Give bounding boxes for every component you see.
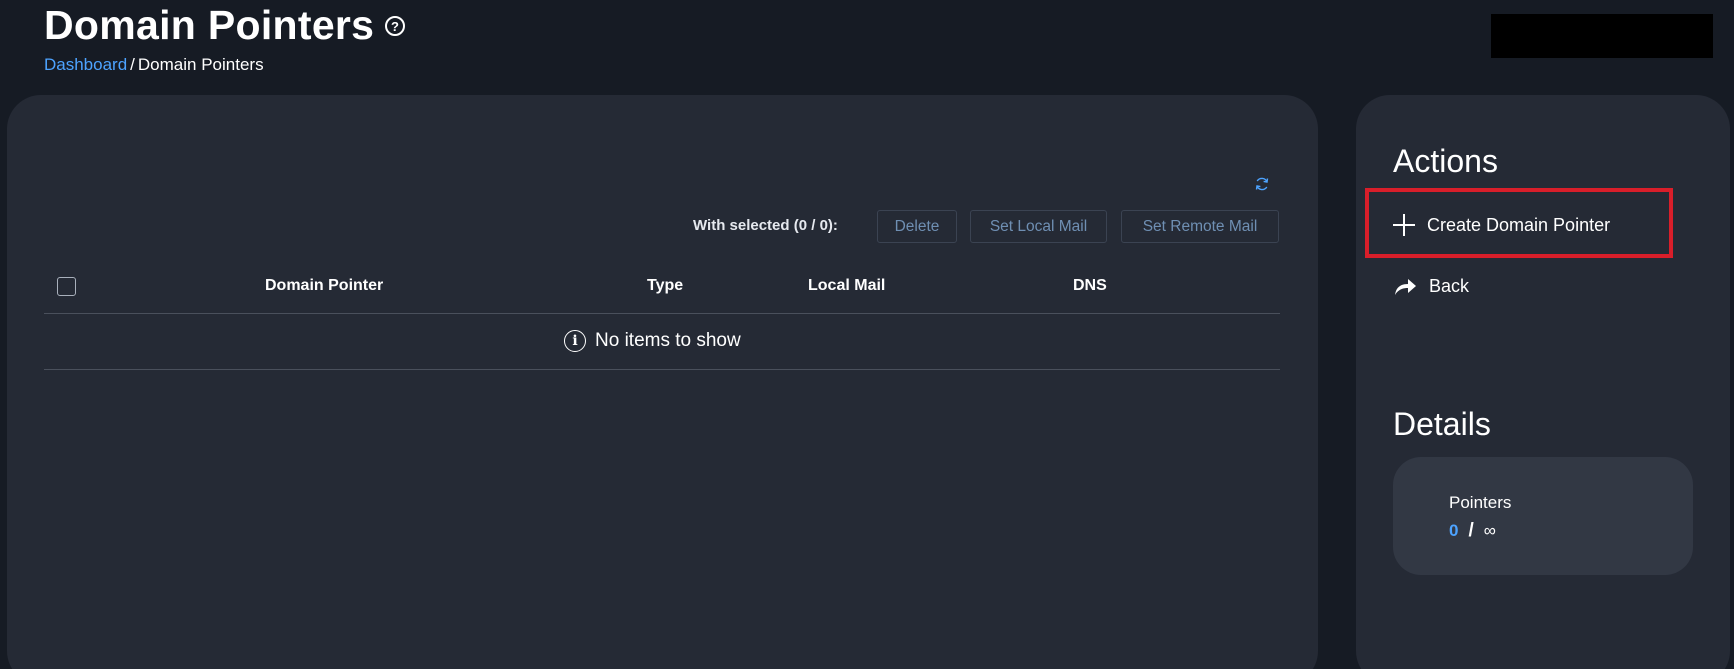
info-icon: i: [564, 330, 586, 352]
details-heading: Details: [1393, 406, 1491, 442]
pointers-limit: ∞: [1483, 521, 1496, 540]
set-remote-mail-button[interactable]: Set Remote Mail: [1121, 210, 1279, 243]
share-arrow-icon: [1395, 278, 1416, 295]
breadcrumb-separator: /: [130, 55, 135, 74]
column-header-domain-pointer[interactable]: Domain Pointer: [265, 277, 383, 295]
column-header-dns[interactable]: DNS: [1073, 277, 1107, 295]
select-all-checkbox[interactable]: [57, 277, 76, 296]
with-selected-label: With selected (0 / 0):: [693, 217, 838, 234]
breadcrumb: Dashboard / Domain Pointers: [44, 55, 264, 75]
table-empty-row: i No items to show: [44, 315, 1280, 370]
pointers-label: Pointers: [1449, 493, 1512, 512]
plus-icon: [1393, 214, 1415, 236]
column-header-local-mail[interactable]: Local Mail: [808, 277, 885, 295]
create-domain-pointer-label: Create Domain Pointer: [1427, 214, 1611, 235]
page-title: Domain Pointers: [44, 2, 375, 48]
empty-message: No items to show: [595, 330, 741, 351]
back-label: Back: [1429, 276, 1470, 296]
column-header-type[interactable]: Type: [647, 277, 683, 295]
actions-heading: Actions: [1393, 143, 1498, 179]
main-panel: [7, 95, 1318, 669]
refresh-icon[interactable]: [1254, 176, 1270, 192]
pointers-used-count: 0: [1449, 521, 1459, 540]
pointers-usage: 0 / ∞: [1449, 520, 1496, 542]
usage-separator: /: [1468, 520, 1474, 541]
create-domain-pointer-button[interactable]: Create Domain Pointer: [1393, 214, 1610, 236]
back-button[interactable]: Back: [1393, 276, 1469, 297]
breadcrumb-dashboard-link[interactable]: Dashboard: [44, 55, 127, 75]
side-panel: [1356, 95, 1730, 669]
page: Domain Pointers ? Dashboard / Domain Poi…: [0, 0, 1734, 669]
pointers-usage-card: Pointers 0 / ∞: [1393, 457, 1693, 575]
set-local-mail-button[interactable]: Set Local Mail: [970, 210, 1107, 243]
table-header: Domain Pointer Type Local Mail DNS: [44, 270, 1280, 314]
empty-state: i No items to show: [564, 330, 741, 352]
delete-button[interactable]: Delete: [877, 210, 957, 243]
breadcrumb-current: Domain Pointers: [137, 55, 264, 74]
question-circle-icon[interactable]: ?: [385, 16, 405, 36]
user-menu-redacted[interactable]: [1491, 14, 1713, 58]
